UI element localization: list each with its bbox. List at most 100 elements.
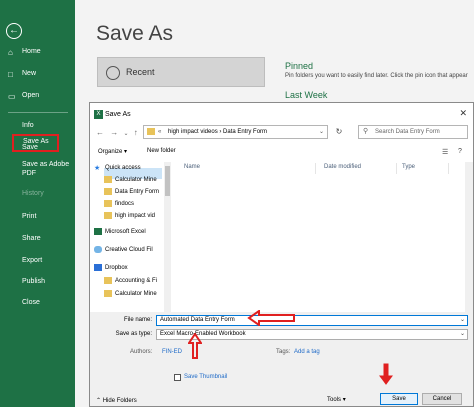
excel-icon	[94, 228, 102, 235]
nav-open-label: Open	[22, 92, 40, 99]
nav-publish-label: Publish	[22, 278, 45, 285]
nav-open[interactable]: ▭ Open	[0, 92, 75, 101]
save-form: File name: Automated Data Entry Form ⌄ S…	[90, 312, 473, 406]
pinned-heading: Pinned	[285, 61, 314, 71]
home-icon: ⌂	[8, 48, 13, 57]
chevron-down-icon: ▾	[342, 397, 346, 403]
tree-scroll-thumb[interactable]	[165, 166, 170, 196]
search-icon: ⚲	[363, 128, 369, 135]
nav-home-label: Home	[22, 48, 41, 55]
dialog-toolbar: Organize ▾ New folder ☰ ?	[90, 146, 473, 160]
tree-item-label: high impact vid	[115, 213, 156, 220]
tree-item-label: Calculator Mine	[115, 177, 157, 184]
annotation-arrow-save-type	[188, 333, 202, 359]
file-name-label: File name:	[123, 317, 152, 323]
address-path: high impact videos › Data Entry Form	[168, 129, 268, 135]
tree-item-calculator-mine-2[interactable]: Calculator Mine	[104, 290, 157, 297]
nav-close-label: Close	[22, 299, 40, 306]
clock-icon	[106, 66, 120, 80]
search-placeholder: Search Data Entry Form	[375, 129, 440, 135]
close-icon[interactable]: ✕	[459, 108, 467, 119]
folder-icon	[104, 290, 112, 297]
column-divider	[396, 163, 397, 174]
save-thumbnail-checkbox[interactable]	[174, 374, 181, 381]
new-file-icon: □	[8, 70, 13, 79]
nav-history: History	[0, 190, 75, 197]
save-thumbnail-label[interactable]: Save Thumbnail	[184, 374, 227, 380]
nav-share[interactable]: Share	[0, 235, 75, 242]
cloud-icon	[94, 246, 102, 253]
forward-icon[interactable]: →	[110, 128, 118, 137]
nav-home[interactable]: ⌂ Home	[0, 48, 75, 57]
address-bar[interactable]: « high impact videos › Data Entry Form ⌄	[143, 125, 328, 139]
nav-export-label: Export	[22, 257, 43, 264]
back-arrow-icon[interactable]: ←	[6, 23, 22, 39]
folder-icon	[104, 188, 112, 195]
authors-value[interactable]: FIN-ED	[162, 349, 182, 355]
tree-item-calculator-mine[interactable]: Calculator Mine	[104, 176, 157, 183]
tree-item-findocs[interactable]: findocs	[104, 200, 134, 207]
tree-item-high-impact[interactable]: high impact vid	[104, 212, 155, 219]
organize-button[interactable]: Organize ▾	[98, 148, 127, 155]
tree-item-quick-access[interactable]: ★ Quick access	[94, 164, 141, 172]
search-input[interactable]: ⚲ Search Data Entry Form	[358, 125, 468, 139]
dialog-title: Save As	[105, 111, 131, 118]
nav-print[interactable]: Print	[0, 213, 75, 220]
nav-print-label: Print	[22, 213, 37, 220]
save-button[interactable]: Save	[380, 393, 418, 405]
hide-folders-label: Hide Folders	[102, 398, 137, 404]
refresh-icon[interactable]: ↻	[332, 125, 346, 139]
annotation-arrow-file-name	[247, 310, 295, 326]
new-folder-button[interactable]: New folder	[147, 148, 176, 154]
back-icon[interactable]: ←	[96, 128, 104, 137]
star-icon: ★	[94, 165, 101, 172]
nav-info[interactable]: Info	[0, 122, 75, 129]
tree-item-microsoft-excel[interactable]: Microsoft Excel	[94, 228, 146, 235]
last-week-heading: Last Week	[285, 90, 328, 100]
chevron-down-icon[interactable]: ⌄	[460, 316, 465, 325]
tags-value[interactable]: Add a tag	[294, 349, 320, 355]
tree-item-dropbox[interactable]: Dropbox	[94, 264, 128, 271]
nav-arrows: ← → ⌄ ↑	[96, 128, 138, 137]
tools-button[interactable]: Tools ▾	[327, 396, 346, 403]
file-name-value: Automated Data Entry Form	[160, 317, 235, 323]
help-icon[interactable]: ?	[458, 148, 462, 155]
nav-new-label: New	[22, 70, 37, 77]
address-dropdown-icon[interactable]: ⌄	[319, 126, 324, 138]
file-list-header: Name Date modified Type	[178, 162, 466, 175]
nav-publish[interactable]: Publish	[0, 278, 75, 285]
file-name-input[interactable]: Automated Data Entry Form ⌄	[156, 315, 468, 326]
nav-info-label: Info	[22, 122, 34, 129]
nav-save-as-pdf[interactable]: Save as Adobe PDF	[0, 160, 70, 178]
folder-icon	[104, 212, 112, 219]
column-name[interactable]: Name	[184, 164, 200, 170]
up-icon[interactable]: ↑	[134, 128, 138, 137]
tree-item-data-entry-form[interactable]: Data Entry Form	[104, 188, 159, 195]
backstage-sidebar: ← ⌂ Home □ New ▭ Open Info Save Save As …	[0, 0, 75, 407]
save-type-select[interactable]: Excel Macro-Enabled Workbook ⌄	[156, 329, 468, 340]
nav-export[interactable]: Export	[0, 257, 75, 264]
nav-close[interactable]: Close	[0, 299, 75, 306]
nav-history-label: History	[22, 190, 44, 197]
tree-item-creative-cloud[interactable]: Creative Cloud Fil	[94, 246, 153, 253]
excel-app-icon: X	[94, 110, 103, 119]
tree-item-label: Microsoft Excel	[105, 229, 146, 236]
tree-item-accounting[interactable]: Accounting & Fi	[104, 277, 157, 284]
folder-icon	[104, 176, 112, 183]
chevron-down-icon[interactable]: ⌄	[123, 131, 128, 137]
nav-new[interactable]: □ New	[0, 70, 75, 79]
view-options-icon[interactable]: ☰	[442, 148, 448, 156]
recent-tile[interactable]: Recent	[97, 57, 265, 87]
tree-item-label: findocs	[115, 201, 135, 208]
recent-label: Recent	[126, 67, 155, 77]
hide-folders-button[interactable]: ⌃ Hide Folders	[96, 397, 137, 404]
nav-save-as-pdf-label: Save as Adobe PDF	[22, 161, 70, 177]
authors-label: Authors:	[130, 349, 153, 355]
tree-item-label: Creative Cloud Fil	[105, 247, 153, 254]
column-type[interactable]: Type	[402, 164, 415, 170]
chevron-down-icon[interactable]: ⌄	[460, 330, 465, 339]
folder-icon	[104, 277, 112, 284]
column-date-modified[interactable]: Date modified	[324, 164, 361, 170]
cancel-button[interactable]: Cancel	[422, 393, 462, 405]
save-as-highlight-box	[12, 134, 59, 152]
